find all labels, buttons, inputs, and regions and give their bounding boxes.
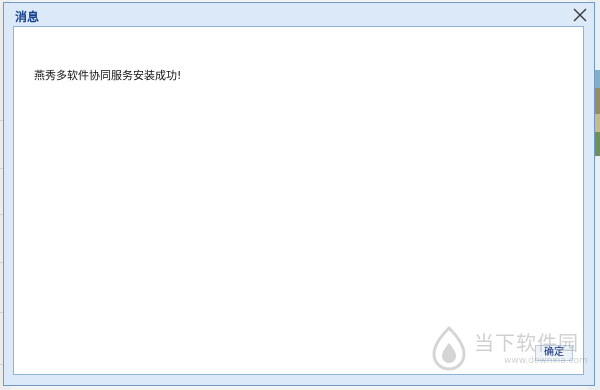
close-button[interactable] xyxy=(570,5,590,25)
dialog-message: 燕秀多软件协同服务安装成功! xyxy=(34,69,182,82)
ok-button[interactable]: 确定 xyxy=(535,345,573,361)
close-icon xyxy=(573,8,587,22)
dialog-title: 消息 xyxy=(15,10,40,24)
message-dialog: 消息 燕秀多软件协同服务安装成功! 确定 xyxy=(3,2,595,386)
dialog-content: 燕秀多软件协同服务安装成功! 确定 xyxy=(13,26,584,375)
dialog-titlebar[interactable]: 消息 xyxy=(4,3,594,27)
